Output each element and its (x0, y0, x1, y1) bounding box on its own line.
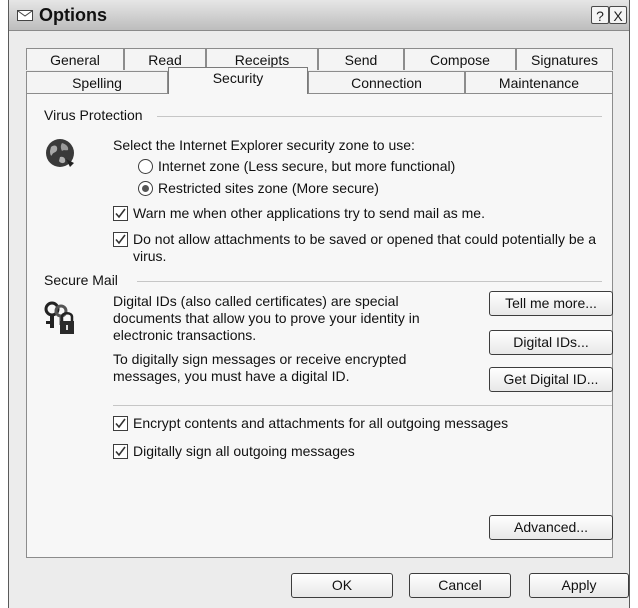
virus-protection-heading: Virus Protection (44, 107, 147, 123)
encrypt-checkbox[interactable] (113, 416, 128, 431)
tab-connection[interactable]: Connection (308, 71, 465, 93)
apply-button[interactable]: Apply (529, 573, 629, 598)
internet-zone-label[interactable]: Internet zone (Less secure, but more fun… (158, 158, 455, 175)
encrypt-label[interactable]: Encrypt contents and attachments for all… (133, 415, 508, 432)
get-digital-id-button[interactable]: Get Digital ID... (489, 367, 613, 392)
restricted-zone-radio[interactable] (138, 181, 153, 196)
attachments-label-line1[interactable]: Do not allow attachments to be saved or … (133, 231, 596, 248)
secure-desc-line4: To digitally sign messages or receive en… (113, 351, 407, 367)
secure-mail-heading: Secure Mail (44, 272, 122, 288)
title-bar[interactable]: Options ? X (9, 0, 629, 31)
secure-desc-line5: messages, you must have a digital ID. (113, 368, 350, 384)
window-title: Options (39, 5, 107, 25)
options-dialog: Options ? X General Read Receipts Send C… (8, 0, 630, 608)
divider (137, 281, 602, 282)
tab-signatures[interactable]: Signatures (516, 48, 613, 70)
keys-lock-icon (44, 301, 76, 335)
attachments-checkbox[interactable] (113, 232, 128, 247)
tab-spelling[interactable]: Spelling (26, 71, 168, 93)
options-icon (17, 8, 33, 22)
divider (157, 116, 602, 117)
ok-button[interactable]: OK (291, 573, 393, 598)
help-button[interactable]: ? (591, 6, 609, 24)
divider (113, 405, 612, 406)
close-button[interactable]: X (609, 6, 627, 24)
sign-checkbox[interactable] (113, 444, 128, 459)
restricted-zone-label[interactable]: Restricted sites zone (More secure) (158, 180, 379, 197)
warn-checkbox[interactable] (113, 206, 128, 221)
attachments-label-line2[interactable]: virus. (133, 248, 166, 265)
tab-compose[interactable]: Compose (404, 48, 516, 70)
globe-icon (44, 137, 76, 169)
tab-send[interactable]: Send (318, 48, 404, 70)
sign-label[interactable]: Digitally sign all outgoing messages (133, 443, 355, 460)
advanced-button[interactable]: Advanced... (489, 515, 613, 540)
cancel-button[interactable]: Cancel (409, 573, 511, 598)
digital-ids-button[interactable]: Digital IDs... (489, 330, 613, 355)
secure-desc-line3: electronic transactions. (113, 327, 257, 343)
internet-zone-radio[interactable] (138, 159, 153, 174)
security-panel: Virus Protection Select the Internet Exp… (26, 93, 613, 558)
secure-desc-line2: documents that allow you to prove your i… (113, 310, 420, 326)
tab-maintenance[interactable]: Maintenance (465, 71, 613, 93)
secure-desc-line1: Digital IDs (also called certificates) a… (113, 293, 399, 309)
tab-general[interactable]: General (26, 48, 124, 70)
tab-security[interactable]: Security (168, 67, 308, 94)
zone-prompt: Select the Internet Explorer security zo… (113, 137, 415, 153)
tell-me-more-button[interactable]: Tell me more... (489, 291, 613, 316)
warn-label[interactable]: Warn me when other applications try to s… (133, 205, 485, 222)
